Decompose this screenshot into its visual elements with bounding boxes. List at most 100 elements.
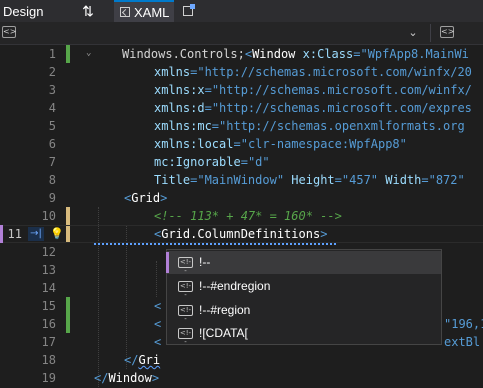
code-token: "196,1 xyxy=(444,317,483,331)
code-text: xmlns="http://schemas.microsoft.com/winf… xyxy=(154,63,472,81)
lightbulb-icon[interactable]: 💡 xyxy=(50,227,64,241)
code-comment: <!-- 113* + 47* = 160* --> xyxy=(154,209,342,223)
code-token: "872" xyxy=(428,173,465,187)
line-number: 1 xyxy=(48,47,56,61)
line-number: 3 xyxy=(48,83,56,97)
completion-item[interactable]: <!-- !--#region xyxy=(167,299,441,323)
swap-panes-button[interactable]: ⇅ xyxy=(76,0,100,22)
code-token: = xyxy=(240,155,248,169)
code-text: <!-- 113* + 47* = 160* --> xyxy=(154,207,342,225)
code-token: "http://schemas.microsoft.com/winfx/ xyxy=(211,83,472,97)
toolbar-separator xyxy=(430,24,431,42)
code-token: < xyxy=(244,47,253,61)
code-token: < xyxy=(154,335,162,349)
code-text: xmlns:x="http://schemas.microsoft.com/wi… xyxy=(154,81,472,99)
code-token: Gri xyxy=(138,353,161,367)
line-number: 18 xyxy=(41,353,56,367)
code-token: "http://schemas.microsoft.com/expres xyxy=(211,101,472,115)
intellisense-completion-list[interactable]: <!-- !-- <!-- !--#endregion <!-- !--#reg… xyxy=(166,249,442,346)
code-nav-icon[interactable]: <> xyxy=(440,26,454,38)
line-number: 15 xyxy=(41,299,56,313)
code-nav-icon[interactable]: <> xyxy=(2,26,16,38)
code-line: 2 xmlns="http://schemas.microsoft.com/wi… xyxy=(0,63,483,81)
code-line: 19 </Window> xyxy=(0,369,483,387)
code-token: Height xyxy=(291,173,335,187)
snippet-icon: <!-- xyxy=(178,257,193,275)
completion-item[interactable]: <!-- ![CDATA[ xyxy=(167,322,441,346)
snippet-icon: <!-- xyxy=(178,328,193,346)
code-text: <Grid> xyxy=(124,189,167,207)
code-line: 4 xmlns:d="http://schemas.microsoft.com/… xyxy=(0,99,483,117)
code-line: 7 mc:Ignorable="d" xyxy=(0,153,483,171)
code-token: < xyxy=(154,299,162,313)
code-line: 3 xmlns:x="http://schemas.microsoft.com/… xyxy=(0,81,483,99)
code-line: 6 xmlns:local="clr-namespace:WpfApp8" xyxy=(0,135,483,153)
code-token: "d" xyxy=(247,155,270,169)
code-token: Window xyxy=(108,371,152,385)
code-line: 8 Title="MainWindow" Height="457" Width=… xyxy=(0,171,483,189)
line-number: 2 xyxy=(48,65,56,79)
fold-icon[interactable]: ⌄ xyxy=(86,49,94,58)
editor-navigation-bar: <> ⌄ <> xyxy=(0,22,483,45)
code-token: extBl xyxy=(444,335,481,349)
snippet-icon: <!-- xyxy=(178,281,193,299)
code-token: Width xyxy=(385,173,422,187)
code-line: 18 </Gri xyxy=(0,351,483,369)
code-line-current: 11 →| 💡 <Grid.ColumnDefinitions> xyxy=(0,225,483,245)
code-line: 10 <!-- 113* + 47* = 160* --> xyxy=(0,207,483,225)
code-token: "clr-namespace:WpfApp8" xyxy=(240,137,407,151)
line-number: 4 xyxy=(48,101,56,115)
tab-xaml-label: XAML xyxy=(134,4,170,20)
tab-design[interactable]: Design xyxy=(0,0,66,22)
code-token: "MainWindow" xyxy=(197,173,285,187)
code-token: mc:Ignorable xyxy=(154,155,241,169)
code-token: > xyxy=(160,191,168,205)
code-text: xmlns:d="http://schemas.microsoft.com/ex… xyxy=(154,99,472,117)
code-token: Title xyxy=(154,173,191,187)
code-text: mc:Ignorable="d" xyxy=(154,153,270,171)
popout-xaml-button[interactable] xyxy=(180,0,196,22)
code-token: xmlns:local xyxy=(154,137,234,151)
line-number: 19 xyxy=(41,371,56,385)
line-number: 6 xyxy=(48,137,56,151)
tab-design-label: Design xyxy=(3,3,44,19)
line-number: 9 xyxy=(48,191,56,205)
code-line: 9 <Grid> xyxy=(0,189,483,207)
snippet-icon: <!-- xyxy=(178,305,193,323)
code-token: = xyxy=(204,83,212,97)
line-number: 10 xyxy=(41,209,56,223)
code-token: "457" xyxy=(341,173,379,187)
line-number: 5 xyxy=(48,119,56,133)
chevron-down-icon[interactable]: ⌄ xyxy=(404,24,422,42)
code-text: < xyxy=(154,315,161,333)
code-text: </Window> xyxy=(94,369,159,387)
completion-item-label: !-- xyxy=(199,255,211,269)
code-token: = xyxy=(233,137,241,151)
code-token: = xyxy=(204,101,212,115)
code-text: Title="MainWindow" Height="457" Width="8… xyxy=(154,173,465,187)
code-token: xmlns:mc xyxy=(154,119,212,133)
line-number: 13 xyxy=(41,263,56,277)
code-token: < xyxy=(154,317,162,331)
code-text: xmlns:local="clr-namespace:WpfApp8" xyxy=(154,135,407,153)
completion-item-label: !--#endregion xyxy=(199,279,271,293)
code-token: Window xyxy=(252,47,296,61)
code-token: Windows.Controls; xyxy=(122,47,245,61)
code-text: xmlns:mc="http://schemas.openxmlformats.… xyxy=(154,117,465,135)
popout-icon xyxy=(183,4,195,16)
completion-item[interactable]: <!-- !--#endregion xyxy=(167,275,441,299)
selection-indicator xyxy=(166,252,169,273)
tab-xaml[interactable]: XAML xyxy=(114,0,174,22)
completion-item-selected[interactable]: <!-- !-- xyxy=(166,251,441,275)
code-token: xmlns xyxy=(154,65,191,79)
line-number: 12 xyxy=(41,245,56,259)
line-number: 7 xyxy=(48,155,56,169)
code-token: = xyxy=(211,119,220,133)
completion-item-label: ![CDATA[ xyxy=(199,326,248,340)
quick-action-arrow-icon[interactable]: →| xyxy=(28,227,44,241)
code-text: </Gri xyxy=(124,351,160,369)
code-line: 5 xmlns:mc="http://schemas.openxmlformat… xyxy=(0,117,483,135)
completion-item-label: !--#region xyxy=(199,303,251,317)
code-token: "http://schemas.microsoft.com/winfx/20 xyxy=(197,65,472,79)
